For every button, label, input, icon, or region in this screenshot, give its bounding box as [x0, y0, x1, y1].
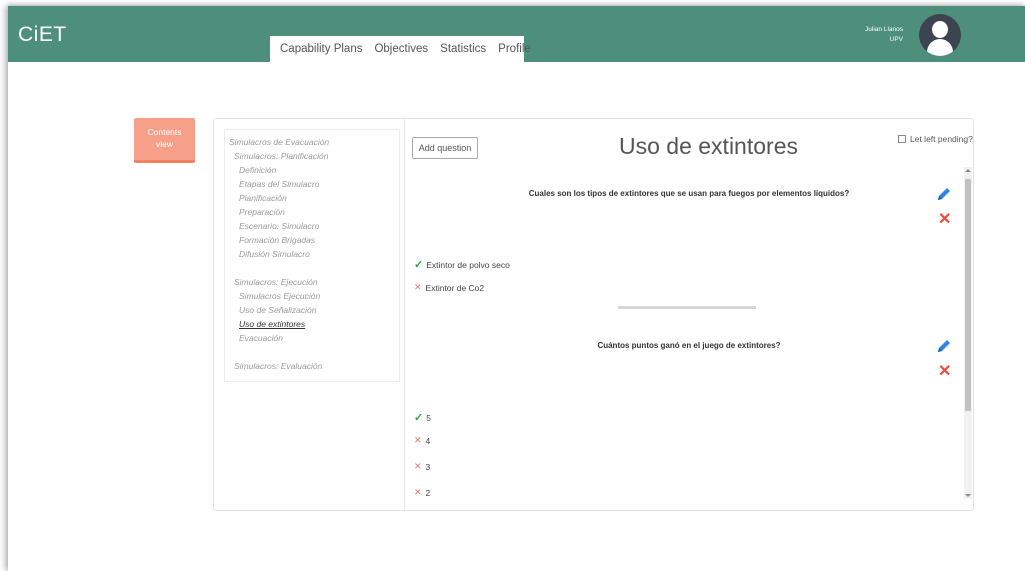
tab-statistics[interactable]: Statistics [440, 43, 486, 55]
avatar[interactable] [919, 14, 961, 56]
left-pending-label: Let left pending? [910, 134, 973, 144]
toc-item[interactable]: Uso de extintores [229, 317, 399, 331]
contents-view-label-line2: view [155, 139, 173, 149]
answer-row: ✕ 2 [414, 487, 430, 498]
left-pending-checkbox[interactable]: Let left pending? [898, 134, 973, 144]
checkbox-box[interactable] [898, 135, 906, 143]
cross-icon: ✕ [414, 282, 422, 292]
user-info: Julian Llanos UPV [865, 25, 903, 45]
question-separator [618, 306, 756, 309]
scroll-down-icon[interactable] [965, 494, 971, 497]
toc-item[interactable]: Uso de Señalización [229, 303, 399, 317]
answer-text: 4 [425, 435, 431, 446]
delete-icon[interactable]: ✕ [938, 364, 952, 380]
toc-item[interactable]: Preparación [229, 205, 399, 219]
main-tabs: Capability Plans Objectives Statistics P… [270, 36, 531, 62]
toc-item[interactable]: Simulacros de Evacuación [229, 135, 399, 149]
tab-capability-plans[interactable]: Capability Plans [280, 43, 362, 55]
answer-row: ✕ 4 [414, 435, 430, 446]
toc-item[interactable]: Difusión Simulacro [229, 247, 399, 261]
top-navbar: CiET Capability Plans Objectives Statist… [8, 6, 1025, 62]
answer-text: Extintor de Co2 [425, 282, 485, 293]
pencil-icon[interactable] [936, 338, 952, 354]
scroll-thumb[interactable] [965, 179, 971, 411]
pencil-icon[interactable] [936, 186, 952, 202]
question-1-text: Cuales son los tipos de extintores que s… [528, 189, 850, 198]
content-card: Simulacros de Evacuación Simulacros: Plan… [213, 118, 974, 511]
tab-profile[interactable]: Profile [498, 43, 531, 55]
scroll-up-icon[interactable] [965, 169, 971, 172]
app-window: CiET Capability Plans Objectives Statist… [8, 6, 1025, 571]
toc-item[interactable]: Etapas del Simulacro [229, 177, 399, 191]
brand-logo[interactable]: CiET [18, 23, 67, 47]
toc-item[interactable]: Simulacros Ejecución [229, 289, 399, 303]
contents-view-label-line1: Contents [147, 127, 182, 137]
page-title: Uso de extintores [619, 133, 798, 159]
contents-view-button[interactable]: Contents view [134, 118, 195, 160]
answer-row: ✓ 5 [414, 411, 431, 424]
check-icon: ✓ [414, 259, 424, 271]
answer-text: 5 [426, 412, 431, 423]
questions-scrollbar[interactable] [964, 167, 972, 499]
check-icon: ✓ [414, 412, 424, 424]
answer-row: ✕ Extintor de Co2 [414, 282, 484, 293]
cross-icon: ✕ [414, 461, 422, 471]
answer-text: 3 [425, 461, 431, 472]
avatar-body-icon [927, 39, 953, 56]
add-question-button[interactable]: Add question [412, 137, 478, 159]
cross-icon: ✕ [414, 487, 422, 497]
user-org: UPV [889, 36, 903, 43]
toc-item[interactable]: Definición [229, 163, 399, 177]
table-of-contents: Simulacros de Evacuación Simulacros: Plan… [224, 129, 400, 382]
toc-item[interactable]: Escenario: Simulacro [229, 219, 399, 233]
avatar-head-icon [932, 21, 948, 38]
toc-item[interactable]: Formación Brigadas [229, 233, 399, 247]
answer-text: 2 [425, 487, 431, 498]
toc-item[interactable]: Simulacros: Evaluación [229, 359, 399, 373]
answer-row: ✓ Extintor de polvo seco [414, 258, 510, 271]
cross-icon: ✕ [414, 435, 422, 445]
toc-item[interactable]: Simulacros: Ejecución [229, 275, 399, 289]
vertical-divider [404, 119, 405, 510]
tab-objectives[interactable]: Objectives [374, 43, 428, 55]
answer-text: Extintor de polvo seco [426, 259, 510, 270]
toc-item[interactable]: Planificación [229, 191, 399, 205]
user-name: Julian Llanos [865, 26, 903, 33]
toc-item[interactable]: Simulacros: Planificación [229, 149, 399, 163]
toc-item[interactable]: Evacuación [229, 331, 399, 345]
question-2-text: Cuántos puntos ganó en el juego de extin… [597, 341, 781, 350]
delete-icon[interactable]: ✕ [938, 212, 952, 228]
answer-row: ✕ 3 [414, 461, 430, 472]
